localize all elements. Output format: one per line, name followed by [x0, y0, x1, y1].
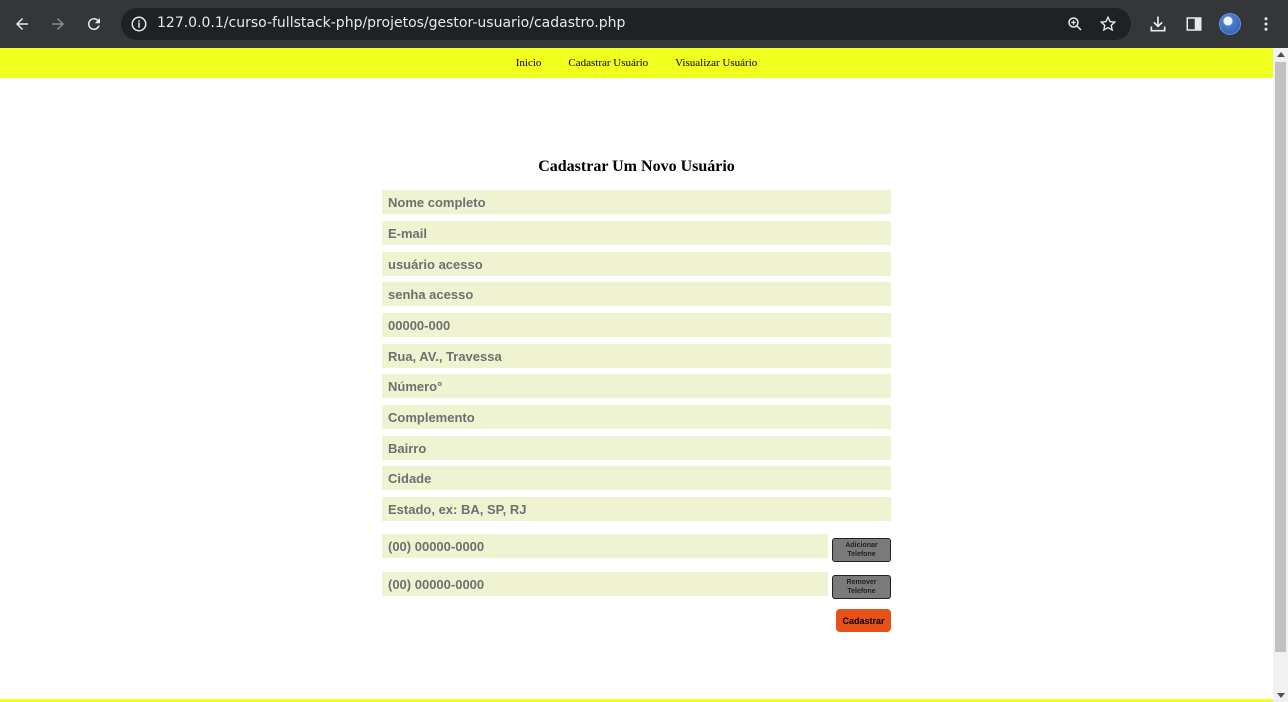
top-navigation: Inicio Cadastrar Usuário Visualizar Usuá…: [0, 48, 1273, 78]
reload-button[interactable]: [82, 12, 106, 36]
bairro-input[interactable]: [382, 436, 891, 460]
browser-toolbar: 127.0.0.1/curso-fullstack-php/projetos/g…: [0, 0, 1288, 48]
reload-icon: [87, 18, 100, 31]
back-button[interactable]: [10, 12, 34, 36]
profile-avatar[interactable]: [1219, 13, 1241, 35]
complemento-input[interactable]: [382, 405, 891, 429]
address-bar[interactable]: 127.0.0.1/curso-fullstack-php/projetos/g…: [121, 8, 1131, 40]
numero-input[interactable]: [382, 374, 891, 398]
cadastrar-button[interactable]: Cadastrar: [836, 609, 891, 632]
cep-input[interactable]: [382, 313, 891, 337]
scroll-down-arrow-icon[interactable]: [1277, 693, 1285, 698]
cidade-input[interactable]: [382, 466, 891, 490]
forward-button[interactable]: [46, 12, 70, 36]
download-icon[interactable]: [1146, 12, 1170, 36]
usuario-input[interactable]: [382, 252, 891, 276]
add-phone-button[interactable]: Adicionar Telefone: [832, 538, 891, 562]
zoom-icon[interactable]: [1065, 14, 1085, 34]
form-title: Cadastrar Um Novo Usuário: [538, 158, 735, 175]
nav-link-visualizar-usuario[interactable]: Visualizar Usuário: [675, 57, 757, 69]
email-input[interactable]: [382, 221, 891, 245]
nav-link-cadastrar-usuario[interactable]: Cadastrar Usuário: [568, 57, 648, 69]
vertical-scrollbar[interactable]: [1273, 48, 1288, 702]
star-icon[interactable]: [1098, 14, 1118, 34]
scrollbar-thumb[interactable]: [1275, 62, 1286, 652]
arrow-left-icon: [16, 18, 28, 30]
nome-input[interactable]: [382, 190, 891, 214]
senha-input[interactable]: [382, 282, 891, 306]
remove-phone-button[interactable]: Remover Telefone: [832, 575, 891, 599]
arrow-right-icon: [52, 18, 64, 30]
nav-link-inicio[interactable]: Inicio: [516, 57, 542, 69]
telefone-input-2[interactable]: [382, 572, 828, 596]
estado-input[interactable]: [382, 497, 891, 521]
page-viewport: Inicio Cadastrar Usuário Visualizar Usuá…: [0, 48, 1273, 702]
info-icon[interactable]: [129, 14, 149, 34]
kebab-menu-icon[interactable]: [1254, 12, 1278, 36]
rua-input[interactable]: [382, 344, 891, 368]
telefone-input-1[interactable]: [382, 534, 828, 558]
url-text[interactable]: 127.0.0.1/curso-fullstack-php/projetos/g…: [157, 15, 625, 31]
scroll-up-arrow-icon[interactable]: [1277, 52, 1285, 57]
side-panel-icon[interactable]: [1182, 12, 1206, 36]
